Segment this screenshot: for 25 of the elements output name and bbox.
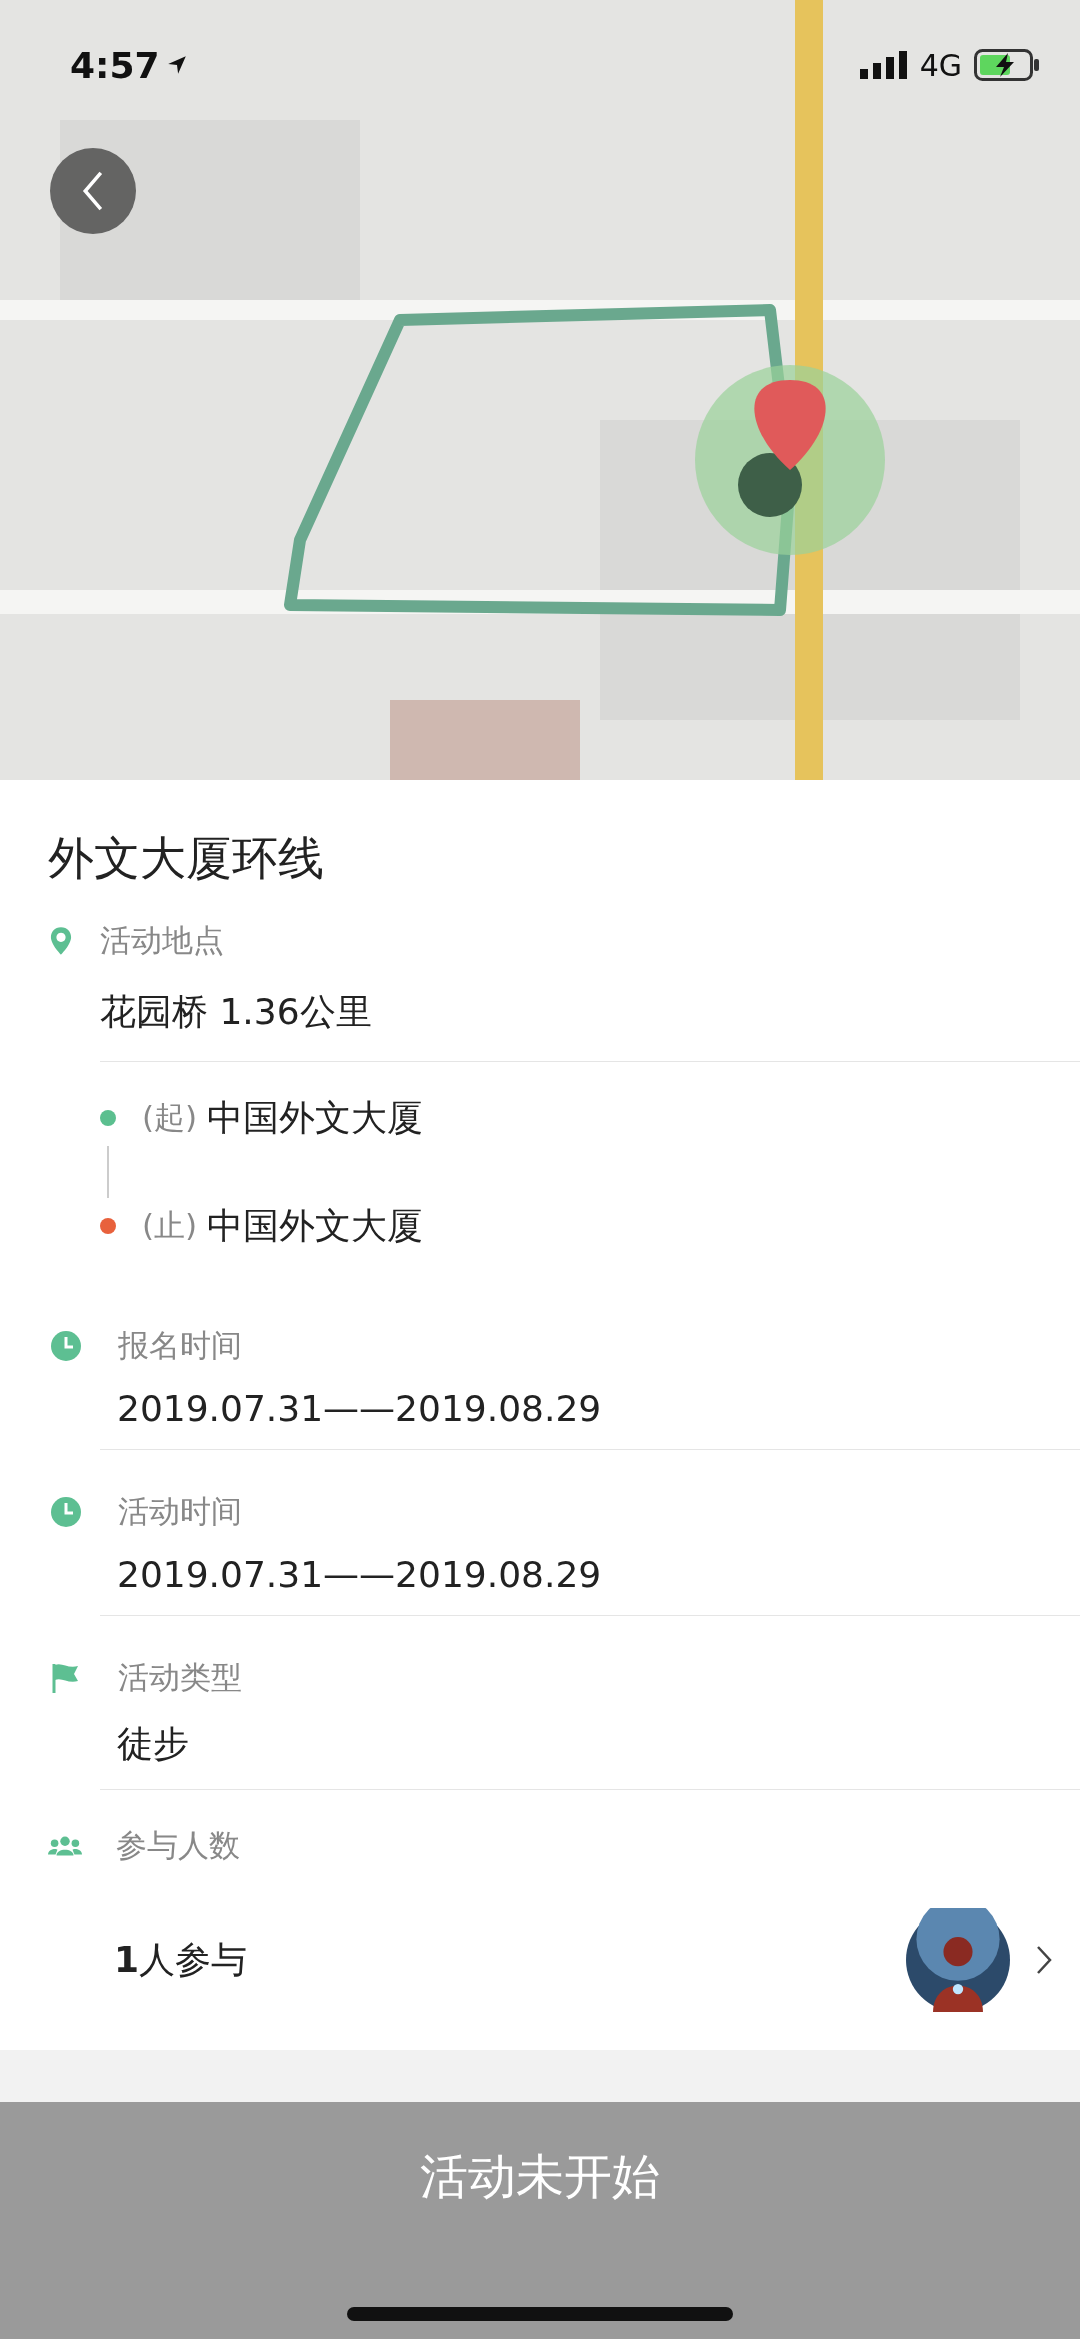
location-label: 活动地点: [100, 921, 224, 960]
field-label: 活动时间: [118, 1492, 242, 1531]
chevron-right-icon[interactable]: [1036, 1945, 1052, 1975]
battery-charging-icon: [974, 49, 1040, 81]
signal-icon: [859, 51, 908, 79]
field-value: 2019.07.31——2019.08.29: [116, 1553, 603, 1597]
participants-label: 参与人数: [116, 1826, 240, 1865]
field-label: 报名时间: [118, 1326, 242, 1365]
status-time: 4:57: [70, 44, 160, 86]
clock-icon: [50, 1496, 82, 1528]
route-title: 外文大厦环线: [47, 830, 325, 887]
stop-name: 中国外文大厦: [207, 1095, 424, 1140]
participant-count: 1人参与: [114, 1937, 248, 1982]
field-label: 活动类型: [118, 1658, 242, 1697]
stop-name: 中国外文大厦: [207, 1203, 424, 1248]
clock-icon: [50, 1330, 82, 1362]
network-label: 4G: [919, 47, 962, 83]
field-value: 2019.07.31——2019.08.29: [116, 1387, 603, 1431]
stop-tag: (起): [142, 1097, 198, 1139]
location-distance: 花园桥 1.36公里: [99, 990, 373, 1034]
people-icon: [48, 1834, 82, 1858]
activity-status-button[interactable]: 活动未开始: [0, 2102, 1080, 2252]
stop-tag: (止): [142, 1205, 198, 1247]
field-value: 徒步: [116, 1722, 190, 1766]
location-pin-icon: [50, 926, 72, 956]
